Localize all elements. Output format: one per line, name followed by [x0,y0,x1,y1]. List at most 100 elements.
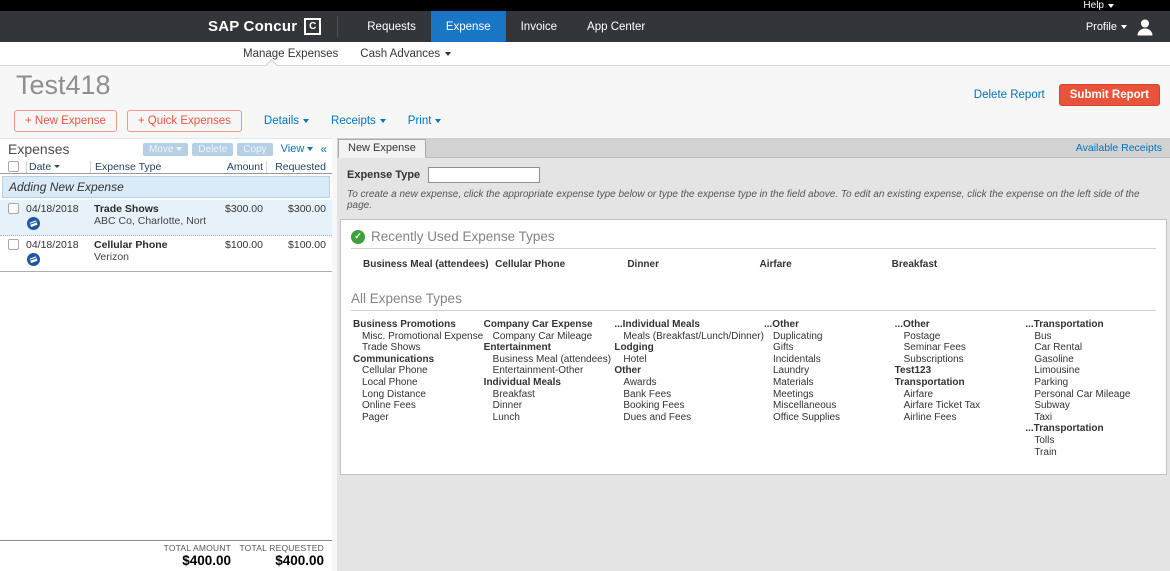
delete-report-button[interactable]: Delete Report [974,89,1045,101]
new-expense-button[interactable]: + New Expense [14,110,117,132]
move-button[interactable]: Move [143,143,188,156]
expense-type-item[interactable]: Bank Fees [614,389,764,401]
tab-app-center[interactable]: App Center [572,11,660,42]
expenses-table-header: Date Expense Type Amount Requested [0,160,332,174]
expense-row-trade-shows[interactable]: 04/18/2018 Trade Shows ABC Co, Charlotte… [0,200,332,236]
expense-type-item[interactable]: Entertainment-Other [484,365,615,377]
expense-type-item[interactable]: Meetings [764,389,895,401]
expense-type-item[interactable]: Duplicating [764,331,895,343]
expense-amount: $100.00 [206,239,266,269]
help-menu[interactable]: Help [1083,0,1114,11]
quick-expenses-button[interactable]: + Quick Expenses [127,110,242,132]
expense-type-item[interactable]: Laundry [764,365,895,377]
all-types-columns: Business PromotionsMisc. Promotional Exp… [351,311,1156,458]
card-transaction-icon[interactable] [27,253,40,266]
available-receipts-link[interactable]: Available Receipts [1076,142,1162,154]
expense-type-item[interactable]: Meals (Breakfast/Lunch/Dinner) [614,331,764,343]
expense-type-item[interactable]: Business Meal (attendees) [484,354,615,366]
expense-type-column: ...Individual MealsMeals (Breakfast/Lunc… [614,319,764,423]
details-dropdown[interactable]: Details [264,115,309,127]
expense-type-item[interactable]: Office Supplies [764,412,895,424]
expense-type-item[interactable]: Long Distance [353,389,484,401]
expense-type-item[interactable]: Limousine [1025,365,1156,377]
tab-requests[interactable]: Requests [352,11,431,42]
expense-type-item[interactable]: Hotel [614,354,764,366]
expense-type-item[interactable]: Gasoline [1025,354,1156,366]
expense-type-item[interactable]: Airfare Ticket Tax [895,400,1026,412]
expense-type-item[interactable]: Subscriptions [895,354,1026,366]
check-circle-icon: ✓ [351,230,365,244]
recent-expense-type[interactable]: Breakfast [892,259,1024,270]
recent-expense-type[interactable]: Dinner [627,259,759,270]
copy-button[interactable]: Copy [237,143,272,156]
divider [337,16,338,37]
expense-type-category: ...Other [895,319,1026,331]
profile-menu[interactable]: Profile [1086,21,1127,33]
recent-items: Business Meal (attendees)Cellular PhoneD… [351,249,1156,284]
expense-type-item[interactable]: Dues and Fees [614,412,764,424]
column-date[interactable]: Date [26,161,90,173]
recent-expense-type[interactable]: Business Meal (attendees) [363,259,495,270]
expense-date: 04/18/2018 [26,203,90,215]
expense-type-item[interactable]: Lunch [484,412,615,424]
expense-type-help-text: To create a new expense, click the appro… [347,189,1160,211]
expense-type-item[interactable]: Incidentals [764,354,895,366]
concur-c-logo-icon: C [304,18,321,35]
expense-type-item[interactable]: Online Fees [353,400,484,412]
expense-type-column: Business PromotionsMisc. Promotional Exp… [353,319,484,423]
card-transaction-icon[interactable] [27,217,40,230]
submit-report-button[interactable]: Submit Report [1059,84,1160,106]
collapse-panel-icon[interactable]: « [320,142,327,156]
print-dropdown[interactable]: Print [408,115,442,127]
expense-type-item[interactable]: Company Car Mileage [484,331,615,343]
delete-button[interactable]: Delete [192,143,233,156]
expense-row-cellular-phone[interactable]: 04/18/2018 Cellular Phone Verizon $100.0… [0,236,332,272]
tab-invoice[interactable]: Invoice [506,11,572,42]
expense-type-item[interactable]: Miscellaneous [764,400,895,412]
expense-type-item[interactable]: Booking Fees [614,400,764,412]
expense-type-item[interactable]: Subway [1025,400,1156,412]
subnav-cash-advances[interactable]: Cash Advances [360,48,451,60]
select-all-checkbox[interactable] [8,161,19,172]
expense-type-name: Cellular Phone [94,239,206,251]
column-requested[interactable]: Requested [266,161,332,173]
expense-type-item[interactable]: Postage [895,331,1026,343]
recent-expense-type[interactable]: Airfare [760,259,892,270]
expense-type-item[interactable]: Seminar Fees [895,342,1026,354]
expense-type-item[interactable]: Materials [764,377,895,389]
row-checkbox[interactable] [8,203,19,214]
expense-type-category: ...Transportation [1025,423,1156,435]
column-amount[interactable]: Amount [206,161,266,173]
expense-type-item[interactable]: Misc. Promotional Expense [353,331,484,343]
expense-type-item[interactable]: Trade Shows [353,342,484,354]
tab-new-expense[interactable]: New Expense [338,139,426,158]
recent-expense-type[interactable]: Cellular Phone [495,259,627,270]
expense-type-item[interactable]: Airfare [895,389,1026,401]
row-checkbox[interactable] [8,239,19,250]
expense-type-item[interactable]: Airline Fees [895,412,1026,424]
expense-type-item[interactable]: Car Rental [1025,342,1156,354]
expense-type-item[interactable]: Dinner [484,400,615,412]
expense-type-item[interactable]: Train [1025,447,1156,459]
expense-type-input[interactable] [428,167,540,183]
avatar-icon[interactable] [1134,16,1156,38]
total-requested-value: $400.00 [231,553,324,568]
expense-type-item[interactable]: Personal Car Mileage [1025,389,1156,401]
receipts-dropdown[interactable]: Receipts [331,115,386,127]
expense-type-item[interactable]: Cellular Phone [353,365,484,377]
expense-type-item[interactable]: Local Phone [353,377,484,389]
expense-type-item[interactable]: Breakfast [484,389,615,401]
tab-expense[interactable]: Expense [431,11,506,42]
expense-type-item[interactable]: Parking [1025,377,1156,389]
expense-type-item[interactable]: Taxi [1025,412,1156,424]
expense-type-item[interactable]: Bus [1025,331,1156,343]
expense-type-item[interactable]: Gifts [764,342,895,354]
column-expense-type[interactable]: Expense Type [90,161,206,173]
view-dropdown[interactable]: View [281,143,314,155]
expense-type-item[interactable]: Awards [614,377,764,389]
expense-requested: $100.00 [266,239,332,269]
subnav-manage-expenses[interactable]: Manage Expenses [243,48,338,60]
expense-type-item[interactable]: Pager [353,412,484,424]
expense-type-item[interactable]: Tolls [1025,435,1156,447]
expenses-panel: Expenses Move Delete Copy View « Date Ex… [0,138,332,571]
